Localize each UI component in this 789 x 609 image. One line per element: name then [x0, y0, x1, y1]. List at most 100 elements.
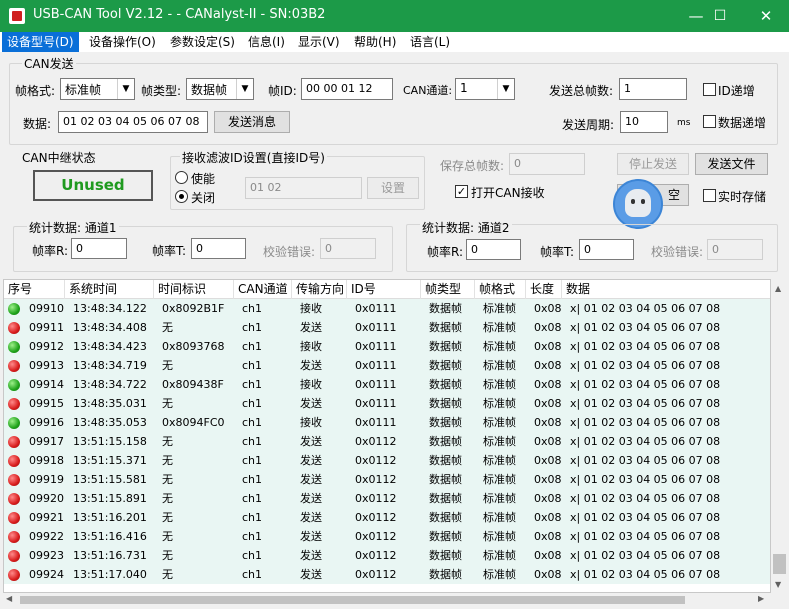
total-frames-input[interactable]: 1: [619, 78, 687, 100]
menu-language[interactable]: 语言(L): [405, 32, 455, 52]
cell-seq: 09922: [29, 530, 64, 543]
menu-info[interactable]: 信息(I): [243, 32, 290, 52]
table-row[interactable]: 09924 13:51:17.040 无 ch1 发送 0x0112 数据帧 标准帧 0x08 x…: [4, 565, 770, 584]
table-row[interactable]: 09912 13:48:34.423 0x8093768 ch1 接收 0x0111 数据帧…: [4, 337, 770, 356]
menu-help[interactable]: 帮助(H): [349, 32, 401, 52]
cell-time-id: 无: [162, 511, 173, 524]
table-row[interactable]: 09917 13:51:15.158 无 ch1 发送 0x0112 数据帧 标准帧 0x08 x…: [4, 432, 770, 451]
scroll-right-icon[interactable]: ▶: [758, 594, 764, 603]
col-id[interactable]: ID号: [347, 280, 421, 299]
send-message-button[interactable]: 发送消息: [214, 111, 290, 133]
app-icon: [9, 8, 25, 24]
cell-time-id: 无: [162, 359, 173, 372]
table-row[interactable]: 09915 13:48:35.031 无 ch1 发送 0x0111 数据帧 标准帧 0x08 x…: [4, 394, 770, 413]
open-receive-checkbox[interactable]: ✓: [455, 185, 468, 198]
message-table[interactable]: 序号 系统时间 时间标识 CAN通道 传输方向 ID号 帧类型 帧格式 长度 数…: [3, 279, 771, 593]
frame-format-select[interactable]: 标准帧 ▼: [60, 78, 135, 100]
hscroll-thumb[interactable]: [20, 596, 685, 604]
cell-channel: ch1: [242, 359, 263, 372]
data-increment-checkbox[interactable]: [703, 115, 716, 128]
cell-frame-format: 标准帧: [483, 321, 516, 334]
cell-data: x| 01 02 03 04 05 06 07 08: [570, 454, 721, 467]
cell-channel: ch1: [242, 492, 263, 505]
id-increment-checkbox[interactable]: [703, 83, 716, 96]
menu-device-model[interactable]: 设备型号(D): [2, 32, 79, 52]
table-row[interactable]: 09921 13:51:16.201 无 ch1 发送 0x0112 数据帧 标准帧 0x08 x…: [4, 508, 770, 527]
table-row[interactable]: 09922 13:51:16.416 无 ch1 发送 0x0112 数据帧 标准帧 0x08 x…: [4, 527, 770, 546]
col-system-time[interactable]: 系统时间: [65, 280, 154, 299]
menu-device-operation[interactable]: 设备操作(O): [84, 32, 161, 52]
filter-enable-radio[interactable]: [175, 171, 188, 184]
send-status-icon: [8, 531, 20, 543]
table-row[interactable]: 09916 13:48:35.053 0x8094FC0 ch1 接收 0x0111 数据帧…: [4, 413, 770, 432]
send-status-icon: [8, 493, 20, 505]
cell-channel: ch1: [242, 397, 263, 410]
col-time-id[interactable]: 时间标识: [154, 280, 234, 299]
table-row[interactable]: 09923 13:51:16.731 无 ch1 发送 0x0112 数据帧 标准帧 0x08 x…: [4, 546, 770, 565]
scroll-left-icon[interactable]: ◀: [6, 594, 12, 603]
col-length[interactable]: 长度: [526, 280, 562, 299]
horizontal-scrollbar[interactable]: ◀ ▶: [3, 593, 771, 607]
cell-time-id: 无: [162, 321, 173, 334]
table-row[interactable]: 09913 13:48:34.719 无 ch1 发送 0x0111 数据帧 标准帧 0x08 x…: [4, 356, 770, 375]
send-status-icon: [8, 550, 20, 562]
table-row[interactable]: 09920 13:51:15.891 无 ch1 发送 0x0112 数据帧 标准帧 0x08 x…: [4, 489, 770, 508]
frame-id-input[interactable]: 00 00 01 12: [301, 78, 393, 100]
filter-set-button[interactable]: 设置: [367, 177, 419, 199]
cell-frame-format: 标准帧: [483, 340, 516, 353]
col-can-channel[interactable]: CAN通道: [234, 280, 292, 299]
cell-time-id: 无: [162, 492, 173, 505]
table-row[interactable]: 09918 13:51:15.371 无 ch1 发送 0x0112 数据帧 标准帧 0x08 x…: [4, 451, 770, 470]
cell-direction: 发送: [300, 435, 322, 448]
cell-length: 0x08: [534, 568, 562, 581]
vertical-scrollbar[interactable]: ▲ ▼: [771, 281, 788, 593]
cell-channel: ch1: [242, 473, 263, 486]
table-row[interactable]: 09911 13:48:34.408 无 ch1 发送 0x0111 数据帧 标准帧 0x08 x…: [4, 318, 770, 337]
cell-frame-type: 数据帧: [429, 340, 462, 353]
cell-seq: 09916: [29, 416, 64, 429]
cell-data: x| 01 02 03 04 05 06 07 08: [570, 530, 721, 543]
col-frame-format[interactable]: 帧格式: [475, 280, 526, 299]
cell-sys-time: 13:48:34.423: [73, 340, 147, 353]
send-status-icon: [8, 569, 20, 581]
send-period-input[interactable]: 10: [620, 111, 668, 133]
menu-display[interactable]: 显示(V): [293, 32, 345, 52]
floating-assistant-icon[interactable]: [613, 179, 663, 229]
realtime-save-checkbox[interactable]: [703, 189, 716, 202]
saved-frames-input[interactable]: 0: [509, 153, 585, 175]
col-direction[interactable]: 传输方向: [292, 280, 347, 299]
can-send-label: CAN发送: [22, 55, 76, 72]
filter-disable-radio[interactable]: [175, 190, 188, 203]
scroll-thumb[interactable]: [773, 554, 786, 574]
cell-frame-format: 标准帧: [483, 568, 516, 581]
cell-channel: ch1: [242, 321, 263, 334]
cell-length: 0x08: [534, 435, 562, 448]
can-channel-select[interactable]: 1 ▼: [455, 78, 515, 100]
scroll-up-icon[interactable]: ▲: [775, 284, 781, 293]
close-button[interactable]: ✕: [743, 0, 789, 32]
filter-id-input[interactable]: 01 02: [245, 177, 362, 199]
cell-length: 0x08: [534, 321, 562, 334]
scroll-down-icon[interactable]: ▼: [775, 580, 781, 589]
ch1-rate-r-value: 0: [71, 238, 127, 259]
cell-frame-type: 数据帧: [429, 568, 462, 581]
send-file-button[interactable]: 发送文件: [695, 153, 768, 175]
cell-direction: 发送: [300, 568, 322, 581]
menu-parameter-settings[interactable]: 参数设定(S): [165, 32, 240, 52]
stats-channel2-label: 统计数据: 通道2: [420, 219, 512, 236]
frame-type-select[interactable]: 数据帧 ▼: [186, 78, 254, 100]
cell-seq: 09910: [29, 302, 64, 315]
col-data[interactable]: 数据: [562, 280, 770, 299]
col-seq[interactable]: 序号: [4, 280, 65, 299]
stop-send-button[interactable]: 停止发送: [617, 153, 689, 175]
cell-direction: 发送: [300, 359, 322, 372]
cell-length: 0x08: [534, 359, 562, 372]
table-row[interactable]: 09914 13:48:34.722 0x809438F ch1 接收 0x0111 数据帧…: [4, 375, 770, 394]
table-row[interactable]: 09919 13:51:15.581 无 ch1 发送 0x0112 数据帧 标准帧 0x08 x…: [4, 470, 770, 489]
data-input[interactable]: 01 02 03 04 05 06 07 08: [58, 111, 208, 133]
table-row[interactable]: 09910 13:48:34.122 0x8092B1F ch1 接收 0x0111 数据帧…: [4, 299, 770, 318]
col-frame-type[interactable]: 帧类型: [421, 280, 475, 299]
cell-length: 0x08: [534, 340, 562, 353]
maximize-button[interactable]: ☐: [697, 0, 743, 32]
relay-status-label: CAN中继状态: [22, 151, 96, 165]
